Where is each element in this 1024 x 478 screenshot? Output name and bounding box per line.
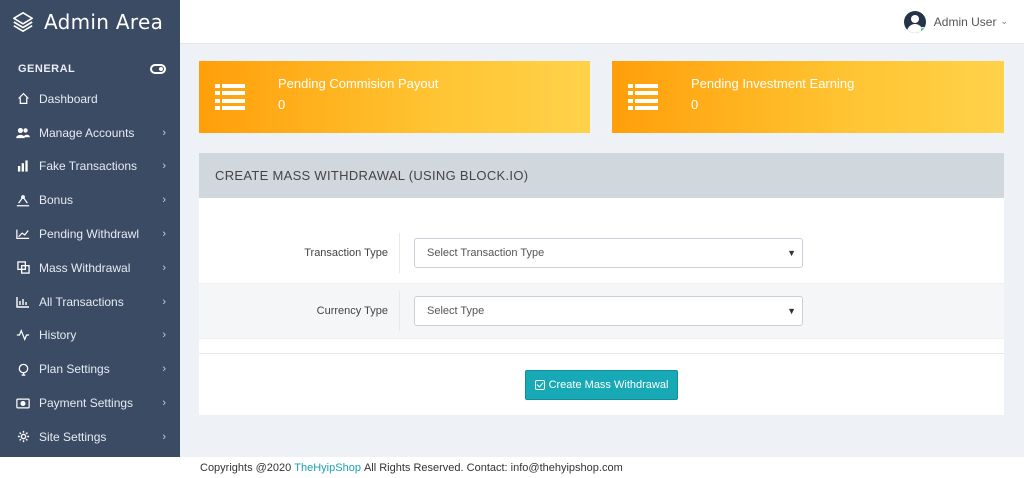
mass-withdrawal-panel: CREATE MASS WITHDRAWAL (USING BLOCK.IO) … [199, 153, 1004, 415]
chevron-right-icon: › [162, 160, 166, 173]
sidebar-item-label: Dashboard [39, 91, 98, 106]
create-mass-withdrawal-button[interactable]: Create Mass Withdrawal [525, 370, 678, 400]
sidebar-item-history[interactable]: History › [0, 319, 180, 353]
sidebar-item-label: Mass Withdrawal [39, 260, 131, 275]
stat-card-investment: Pending Investment Earning 0 [612, 61, 1004, 133]
chevron-right-icon: › [162, 329, 166, 342]
chevron-down-icon[interactable]: ⌄ [1000, 16, 1008, 27]
stat-title: Pending Commision Payout [278, 76, 439, 91]
submit-label: Create Mass Withdrawal [548, 379, 669, 391]
chevron-right-icon: › [162, 194, 166, 207]
sidebar: Admin Area GENERAL Dashboard Manage Acco… [0, 0, 180, 457]
panel-title: CREATE MASS WITHDRAWAL (USING BLOCK.IO) [199, 153, 1004, 198]
sidebar-item-all-transactions[interactable]: All Transactions › [0, 285, 180, 319]
sidebar-item-label: Pending Withdrawl [39, 227, 140, 242]
home-icon [16, 92, 30, 106]
sidebar-item-dashboard[interactable]: Dashboard [0, 82, 180, 116]
plan-icon [16, 362, 30, 376]
money-icon [16, 396, 30, 410]
sidebar-item-label: All Transactions [39, 294, 124, 309]
activity-icon [16, 328, 30, 342]
topbar: Admin User ⌄ [180, 0, 1024, 44]
chevron-right-icon: › [162, 126, 166, 139]
footer-suffix: All Rights Reserved. Contact: info@thehy… [363, 461, 623, 474]
check-square-icon [534, 380, 545, 390]
sidebar-item-label: Site Settings [39, 429, 107, 444]
list-icon [215, 84, 245, 110]
chevron-right-icon: › [162, 228, 166, 241]
bonus-icon [16, 193, 30, 207]
brand[interactable]: Admin Area [0, 0, 180, 44]
copy-icon [16, 261, 30, 275]
user-menu-name[interactable]: Admin User [934, 15, 997, 29]
stat-value: 0 [691, 97, 699, 112]
sidebar-item-mass-withdrawal[interactable]: Mass Withdrawal › [0, 251, 180, 285]
list-icon [628, 84, 658, 110]
sidebar-item-label: History [39, 328, 77, 343]
sidebar-toggle-icon[interactable] [150, 64, 166, 74]
chevron-down-icon: ▼ [787, 306, 796, 316]
column-chart-icon [16, 295, 30, 309]
transaction-type-select[interactable]: Select Transaction Type ▼ [414, 238, 803, 268]
layers-icon [13, 12, 33, 32]
sidebar-section-title: GENERAL [18, 63, 76, 75]
divider [199, 353, 1004, 354]
sidebar-item-fake-transactions[interactable]: Fake Transactions › [0, 150, 180, 184]
bar-chart-icon [16, 159, 30, 173]
avatar[interactable] [903, 10, 926, 33]
online-status-icon [919, 26, 926, 33]
sidebar-item-manage-accounts[interactable]: Manage Accounts › [0, 116, 180, 150]
gear-icon [16, 430, 30, 444]
footer: Copyrights @2020 TheHyipShop All Rights … [180, 457, 1024, 478]
chevron-right-icon: › [162, 261, 166, 274]
sidebar-item-site-settings[interactable]: Site Settings › [0, 420, 180, 454]
chevron-right-icon: › [162, 295, 166, 308]
stat-value: 0 [278, 97, 286, 112]
sidebar-item-pending-withdrawl[interactable]: Pending Withdrawl › [0, 217, 180, 251]
sidebar-item-payment-settings[interactable]: Payment Settings › [0, 386, 180, 420]
transaction-type-selected: Select Transaction Type [427, 247, 545, 259]
sidebar-item-plan-settings[interactable]: Plan Settings › [0, 352, 180, 386]
sidebar-item-label: Bonus [39, 193, 74, 208]
currency-type-label: Currency Type [316, 305, 388, 317]
chevron-down-icon: ▼ [787, 248, 796, 258]
transaction-type-label: Transaction Type [304, 247, 388, 259]
currency-type-select[interactable]: Select Type ▼ [414, 296, 803, 326]
footer-prefix: Copyrights @2020 [200, 461, 292, 474]
chevron-right-icon: › [162, 363, 166, 376]
sidebar-bottom-strip [0, 457, 180, 478]
chevron-right-icon: › [162, 397, 166, 410]
sidebar-nav: Dashboard Manage Accounts › Fake Transac… [0, 82, 180, 454]
stat-card-commission: Pending Commision Payout 0 [199, 61, 590, 133]
sidebar-item-label: Fake Transactions [39, 159, 138, 174]
form-row-currency-type: Currency Type Select Type ▼ [199, 283, 1004, 339]
currency-type-selected: Select Type [427, 305, 485, 317]
sidebar-item-bonus[interactable]: Bonus › [0, 183, 180, 217]
chevron-right-icon: › [162, 430, 166, 443]
sidebar-item-label: Manage Accounts [39, 125, 135, 140]
footer-link[interactable]: TheHyipShop [294, 462, 361, 474]
sidebar-item-label: Payment Settings [39, 396, 134, 411]
brand-title: Admin Area [44, 10, 164, 34]
sidebar-item-label: Plan Settings [39, 362, 110, 377]
users-icon [16, 126, 30, 140]
line-chart-icon [16, 227, 30, 241]
sidebar-section-header: GENERAL [0, 44, 180, 78]
stat-title: Pending Investment Earning [691, 76, 855, 91]
form-row-transaction-type: Transaction Type Select Transaction Type… [199, 225, 1004, 281]
